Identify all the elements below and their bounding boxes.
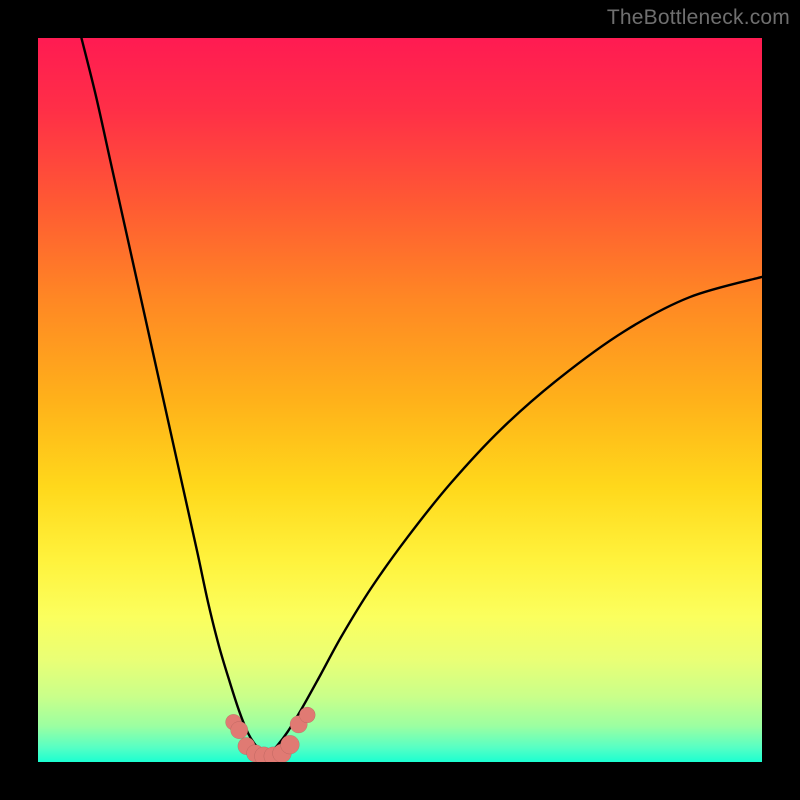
plot-area (38, 38, 762, 762)
marker-dots (226, 707, 316, 762)
curve-right-branch (268, 277, 762, 755)
curve-left-branch (81, 38, 268, 755)
chart-stage: TheBottleneck.com (0, 0, 800, 800)
marker-dot (299, 707, 315, 723)
marker-dot (231, 721, 248, 738)
curve-layer (38, 38, 762, 762)
marker-dot (281, 735, 300, 754)
watermark-text: TheBottleneck.com (607, 6, 790, 30)
